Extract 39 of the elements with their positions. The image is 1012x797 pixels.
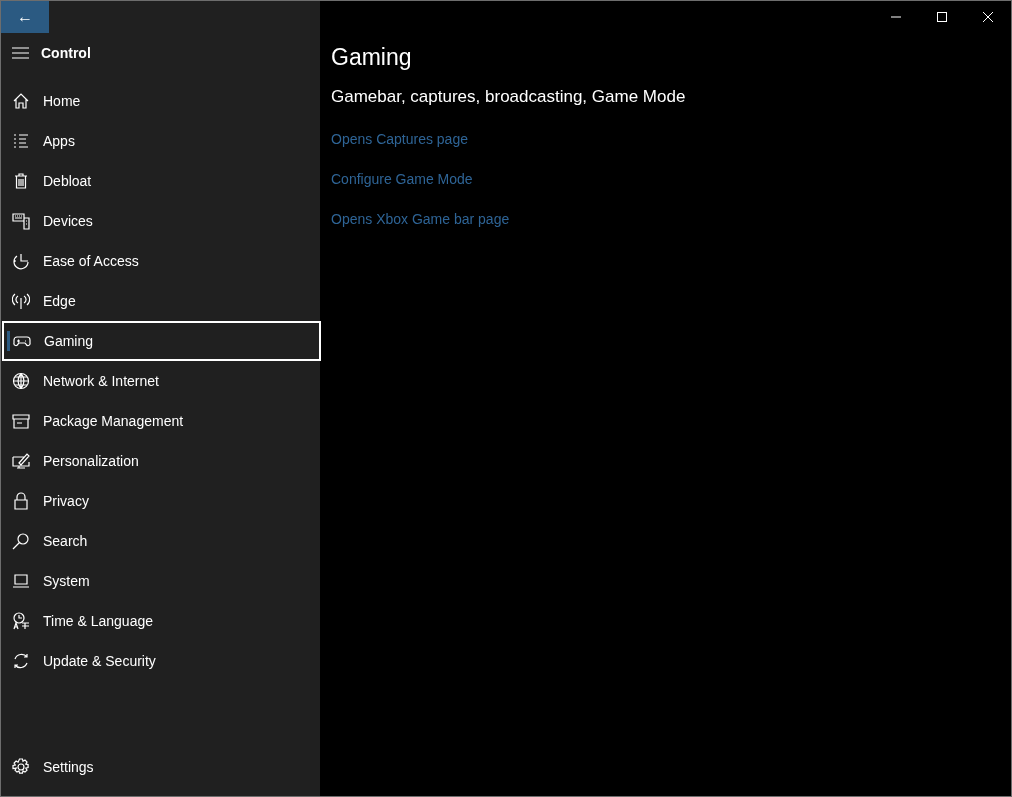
sidebar-item[interactable]: Gaming	[2, 321, 321, 361]
keyboard-icon	[12, 212, 30, 230]
antenna-icon	[12, 292, 30, 310]
section-heading: Gamebar, captures, broadcasting, Game Mode	[331, 86, 686, 108]
sidebar-item[interactable]: Apps	[1, 121, 320, 161]
gear-icon	[12, 758, 30, 776]
app-title: Control	[41, 45, 91, 61]
sidebar-item[interactable]: Privacy	[1, 481, 320, 521]
sidebar-item[interactable]: System	[1, 561, 320, 601]
trash-icon	[12, 172, 30, 190]
home-icon	[12, 92, 30, 110]
close-icon	[983, 12, 993, 22]
sidebar-item[interactable]: Debloat	[1, 161, 320, 201]
settings-item[interactable]: Settings	[1, 747, 320, 787]
search-icon	[12, 532, 30, 550]
back-button[interactable]: ←	[1, 1, 49, 33]
selection-indicator	[7, 331, 10, 351]
sidebar-item[interactable]: Ease of Access	[1, 241, 320, 281]
dial-icon	[12, 252, 30, 270]
monitor-pen-icon	[12, 452, 30, 470]
menu-icon	[12, 47, 29, 59]
sidebar-item[interactable]: Search	[1, 521, 320, 561]
maximize-icon	[937, 12, 947, 22]
sync-icon	[12, 652, 30, 670]
page-title: Gaming	[331, 43, 412, 72]
laptop-icon	[12, 572, 30, 590]
list-icon	[12, 132, 30, 150]
sidebar-item[interactable]: Devices	[1, 201, 320, 241]
sidebar-item[interactable]: Time & Language	[1, 601, 320, 641]
globe-icon	[12, 372, 30, 390]
sidebar-item[interactable]: Home	[1, 81, 320, 121]
sidebar-item[interactable]: Network & Internet	[1, 361, 320, 401]
sidebar-item[interactable]: Personalization	[1, 441, 320, 481]
sidebar-item[interactable]: Package Management	[1, 401, 320, 441]
clock-letters-icon	[12, 612, 30, 630]
lock-icon	[12, 492, 30, 510]
sidebar-item[interactable]: Update & Security	[1, 641, 320, 681]
box-icon	[12, 412, 30, 430]
sidebar-item[interactable]: Edge	[1, 281, 320, 321]
